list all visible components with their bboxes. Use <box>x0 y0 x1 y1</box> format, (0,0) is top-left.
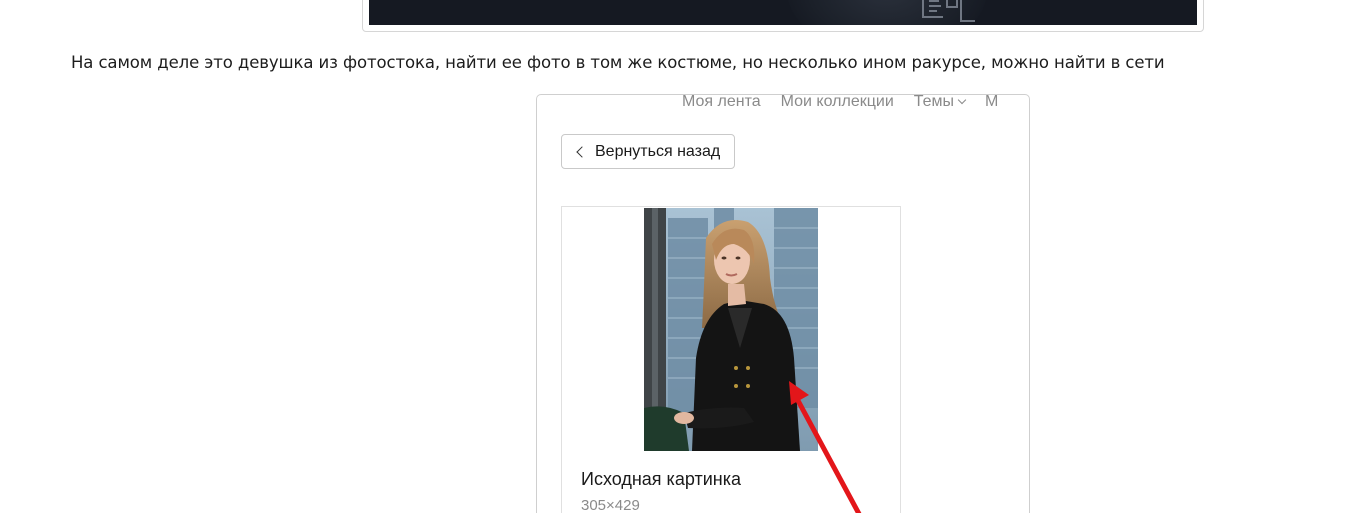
top-screenshot-image <box>369 0 1197 25</box>
embed-top-nav: Моя лента Мои коллекции Темы М <box>682 94 999 112</box>
nav-item-more: М <box>985 94 999 110</box>
article-paragraph: На самом деле это девушка из фотостока, … <box>71 53 1165 72</box>
chevron-left-icon <box>576 145 588 158</box>
embedded-screenshot: Моя лента Мои коллекции Темы М Вернуться… <box>536 94 1030 513</box>
card-title: Исходная картинка <box>581 469 741 489</box>
back-button: Вернуться назад <box>561 134 735 169</box>
source-image-card: Исходная картинка 305×429 <box>561 206 901 513</box>
card-size: 305×429 <box>581 497 640 513</box>
top-embedded-screenshot <box>362 0 1204 32</box>
source-photo <box>644 208 818 451</box>
nav-item-collections: Мои коллекции <box>780 94 894 110</box>
chevron-down-icon <box>957 95 967 105</box>
document-icon <box>922 0 975 22</box>
nav-item-feed: Моя лента <box>682 94 761 110</box>
woman-in-black-blazer-photo <box>644 208 818 451</box>
nav-item-topics: Темы <box>914 95 967 112</box>
back-button-label: Вернуться назад <box>595 142 721 160</box>
